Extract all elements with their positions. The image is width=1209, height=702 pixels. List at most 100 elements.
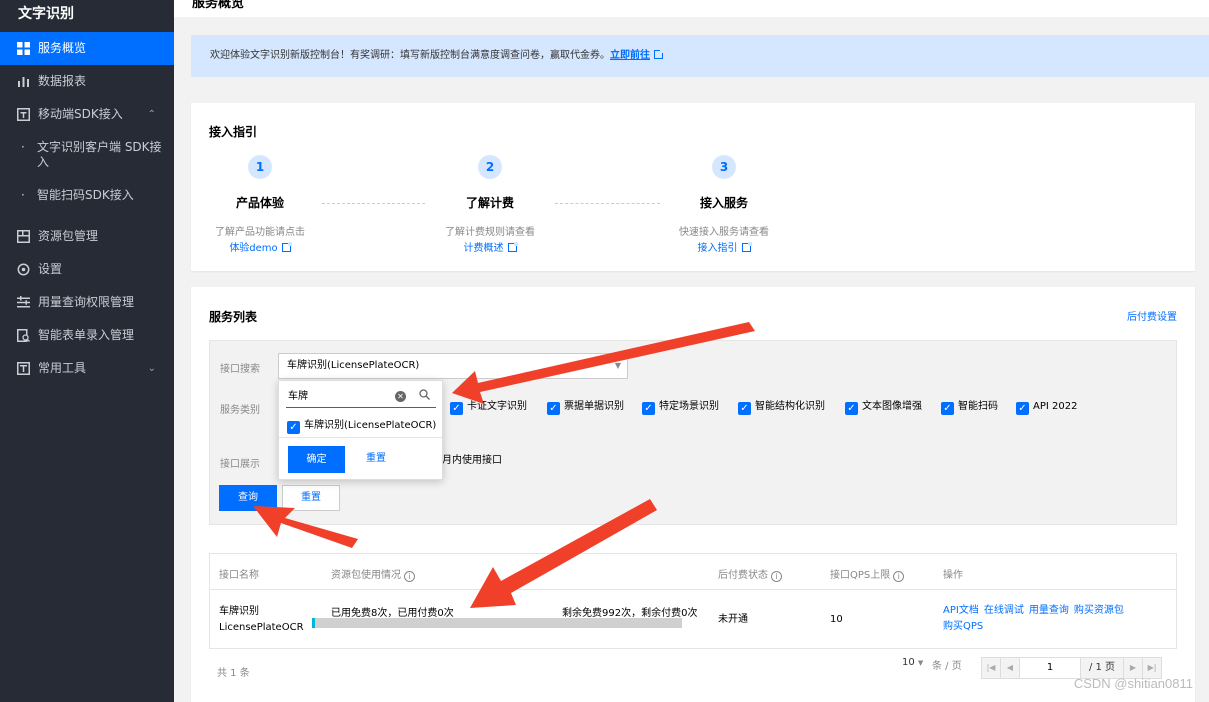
display-option[interactable]: 月内使用接口 — [442, 454, 502, 468]
sidebar-item-mobile-sdk[interactable]: 移动端SDK接入 ⌃ — [0, 98, 174, 131]
page-size-select[interactable]: 10 ▼ — [902, 657, 923, 668]
sidebar-item-reports[interactable]: 数据报表 — [0, 65, 174, 98]
gear-icon — [17, 263, 30, 276]
info-icon[interactable]: i — [771, 571, 782, 582]
reset-button[interactable]: 重置 — [282, 485, 340, 511]
page-number-input[interactable]: 1 — [1019, 657, 1081, 679]
dropdown-search-input[interactable]: 车牌 ✕ — [286, 386, 436, 408]
dropdown-option[interactable]: ✓ 车牌识别(LicensePlateOCR) — [287, 416, 436, 434]
sidebar-item-tools[interactable]: 常用工具 ⌄ — [0, 352, 174, 385]
sdk-icon — [17, 108, 30, 121]
step-name: 产品体验 — [235, 196, 284, 210]
sidebar-item-usage-permissions[interactable]: 用量查询权限管理 — [0, 286, 174, 319]
api-search-select[interactable]: 车牌识别(LicensePlateOCR) ▼ — [278, 353, 628, 379]
category-checkbox[interactable]: ✓ 智能结构化识别 — [738, 400, 825, 415]
qps-limit: 10 — [830, 614, 843, 625]
sidebar-subitem-scan-sdk[interactable]: · 智能扫码SDK接入 — [0, 179, 174, 212]
guide-card: 接入指引 1 产品体验 了解产品功能请点击 体验demo 2 了解计费 了解计费… — [191, 103, 1195, 271]
sidebar-item-resource-packs[interactable]: 资源包管理 — [0, 220, 174, 253]
bar-chart-icon — [18, 77, 29, 87]
step-divider — [555, 203, 660, 204]
category-checkbox[interactable]: ✓ 特定场景识别 — [642, 400, 719, 415]
watermark: CSDN @shitian0811 — [1073, 676, 1193, 691]
column-header: 接口名称 — [219, 570, 259, 581]
actions-cell: API文档 在线调试 用量查询 购买资源包 购买QPS — [943, 603, 1129, 635]
survey-banner: 欢迎体验文字识别新版控制台！有奖调研：填写新版控制台满意度调查问卷，赢取代金券。… — [191, 35, 1209, 77]
service-table: 接口名称 资源包使用情况 i 后付费状态 i 接口QPS上限 i 操作 车牌识别 Li… — [209, 553, 1177, 649]
integration-guide-link[interactable]: 接入指引 — [698, 243, 738, 254]
postpaid-settings-link[interactable]: 后付费设置 — [1127, 308, 1177, 323]
sidebar-item-label: 常用工具 — [38, 361, 87, 375]
sidebar-item-overview[interactable]: 服务概览 — [0, 32, 174, 65]
usage-progress-fill — [312, 618, 315, 628]
checkbox-checked-icon: ✓ — [642, 402, 655, 415]
type-label: 服务类别 — [220, 405, 260, 416]
toolbox-icon — [17, 362, 30, 375]
step-name: 了解计费 — [465, 196, 514, 210]
sidebar: 文字识别 服务概览 数据报表 移动端SDK接入 ⌃ · 文字识别客户端 SDK接… — [0, 0, 174, 702]
postpaid-status: 未开通 — [718, 614, 748, 625]
checkbox-checked-icon: ✓ — [1016, 402, 1029, 415]
sidebar-subitem-label: 文字识别客户端 SDK接入 — [37, 140, 162, 169]
query-button[interactable]: 查询 — [219, 485, 277, 511]
sidebar-item-settings[interactable]: 设置 — [0, 253, 174, 286]
dropdown-reset-button[interactable]: 重置 — [351, 446, 401, 473]
page-header: 服务概览 — [174, 0, 1209, 17]
first-page-button[interactable]: |◀ — [981, 657, 1001, 679]
api-search-dropdown: 车牌 ✕ ✓ 车牌识别(LicensePlateOCR) 确定 重置 — [278, 380, 443, 480]
table-header: 接口名称 资源包使用情况 i 后付费状态 i 接口QPS上限 i 操作 — [210, 554, 1176, 590]
page-title: 服务概览 — [192, 0, 245, 11]
checkbox-checked-icon: ✓ — [287, 421, 300, 434]
banner-link[interactable]: 立即前往 — [610, 50, 650, 61]
filter-list-icon — [17, 296, 30, 308]
category-checkbox[interactable]: ✓ 票据单据识别 — [547, 400, 624, 415]
external-link-icon[interactable] — [741, 242, 752, 252]
checkbox-checked-icon: ✓ — [450, 402, 463, 415]
category-checkbox[interactable]: ✓ 卡证文字识别 — [450, 400, 527, 415]
column-header: 资源包使用情况 i — [331, 566, 415, 582]
guide-step-3: 3 接入服务 快速接入服务请查看 接入指引 — [654, 155, 794, 254]
online-debug-link[interactable]: 在线调试 — [984, 605, 1024, 616]
info-icon[interactable]: i — [893, 571, 905, 582]
sidebar-item-label: 设置 — [38, 262, 63, 276]
prev-page-button[interactable]: ◀ — [1000, 657, 1020, 679]
category-checkbox[interactable]: ✓ 文本图像增强 — [845, 400, 922, 415]
step-desc: 快速接入服务请查看 — [679, 227, 769, 238]
display-label: 接口展示 — [220, 459, 260, 470]
grid-icon — [17, 42, 30, 55]
form-search-icon — [17, 329, 30, 342]
search-icon[interactable] — [419, 389, 430, 400]
category-checkbox[interactable]: ✓ API 2022 — [1016, 400, 1077, 415]
external-link-icon[interactable] — [507, 242, 518, 252]
caret-down-icon: ▼ — [614, 361, 621, 370]
category-checkbox[interactable]: ✓ 智能扫码 — [941, 400, 998, 415]
step-desc: 了解产品功能请点击 — [215, 227, 305, 238]
dropdown-confirm-button[interactable]: 确定 — [288, 446, 345, 473]
step-name: 接入服务 — [699, 196, 748, 210]
pricing-link[interactable]: 计费概述 — [464, 243, 504, 254]
banner-text: 欢迎体验文字识别新版控制台！有奖调研：填写新版控制台满意度调查问卷，赢取代金券。 — [210, 50, 610, 61]
demo-link[interactable]: 体验demo — [229, 243, 277, 254]
info-icon[interactable]: i — [404, 571, 415, 582]
column-header: 操作 — [943, 570, 963, 581]
chevron-down-icon: ⌄ — [147, 363, 156, 374]
external-link-icon[interactable] — [654, 49, 664, 59]
sidebar-subitem-client-sdk[interactable]: · 文字识别客户端 SDK接入 — [0, 131, 174, 179]
buy-qps-link[interactable]: 购买QPS — [943, 621, 983, 632]
step-number: 3 — [712, 155, 736, 179]
checkbox-checked-icon: ✓ — [941, 402, 954, 415]
bullet-dot: · — [21, 188, 25, 202]
step-divider — [322, 203, 425, 204]
clear-icon[interactable]: ✕ — [395, 391, 406, 402]
sidebar-item-smart-forms[interactable]: 智能表单录入管理 — [0, 319, 174, 352]
external-link-icon[interactable] — [281, 242, 292, 252]
guide-step-2: 2 了解计费 了解计费规则请查看 计费概述 — [420, 155, 560, 254]
sidebar-item-label: 服务概览 — [38, 41, 87, 55]
sidebar-item-label: 数据报表 — [38, 74, 87, 88]
service-list-title: 服务列表 — [209, 310, 258, 324]
usage-query-link[interactable]: 用量查询 — [1029, 605, 1069, 616]
sidebar-subitem-label: 智能扫码SDK接入 — [37, 188, 134, 202]
buy-package-link[interactable]: 购买资源包 — [1074, 605, 1124, 616]
sidebar-item-label: 智能表单录入管理 — [38, 328, 135, 342]
api-docs-link[interactable]: API文档 — [943, 605, 979, 616]
